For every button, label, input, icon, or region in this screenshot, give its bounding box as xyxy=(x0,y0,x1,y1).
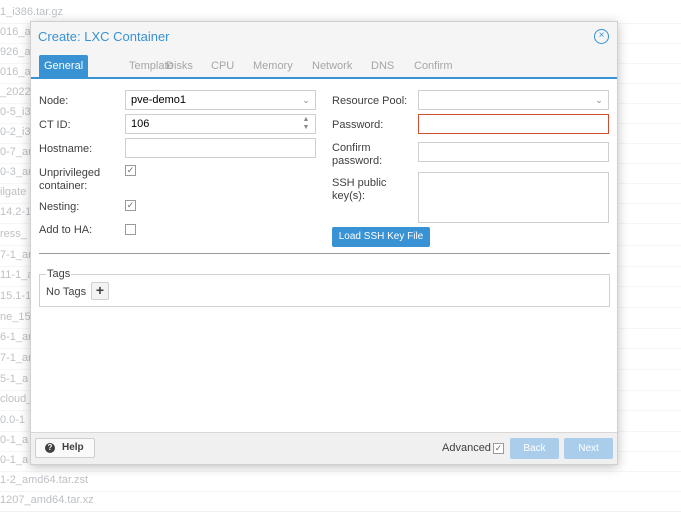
help-button[interactable]: ? Help xyxy=(35,438,95,458)
resource-pool-select[interactable]: ⌄ xyxy=(418,90,609,110)
nesting-checkbox[interactable]: ✓ xyxy=(125,200,136,211)
close-icon[interactable]: × xyxy=(594,29,609,44)
hostname-input[interactable] xyxy=(125,138,316,158)
advanced-checkbox[interactable]: ✓ xyxy=(493,443,504,454)
add-to-ha-checkbox[interactable] xyxy=(125,224,136,235)
confirm-password-label: Confirm password: xyxy=(332,142,383,167)
spin-up-icon[interactable]: ▲ xyxy=(301,116,311,124)
no-tags-text: No Tags xyxy=(46,286,87,298)
password-label: Password: xyxy=(332,119,384,131)
tags-legend: Tags xyxy=(46,268,72,280)
tab-dns[interactable]: DNS xyxy=(366,55,399,77)
ssh-keys-textarea[interactable] xyxy=(418,172,609,223)
back-button[interactable]: Back xyxy=(510,438,559,459)
create-lxc-dialog: Create: LXC Container × General Template… xyxy=(30,21,618,465)
spinner-arrows-icon[interactable]: ▲ ▼ xyxy=(301,116,311,132)
dialog-header: Create: LXC Container × xyxy=(31,22,617,52)
tab-memory[interactable]: Memory xyxy=(248,55,298,77)
form-divider xyxy=(39,253,610,254)
load-ssh-key-button[interactable]: Load SSH Key File xyxy=(332,227,430,247)
ctid-label: CT ID: xyxy=(39,119,71,131)
hostname-label: Hostname: xyxy=(39,143,93,155)
resource-pool-label: Resource Pool: xyxy=(332,95,408,107)
tab-general[interactable]: General xyxy=(39,55,89,77)
help-label: Help xyxy=(62,442,84,453)
tab-confirm[interactable]: Confirm xyxy=(409,55,458,77)
unprivileged-label: Unprivileged container: xyxy=(39,167,101,192)
node-value: pve-demo1 xyxy=(131,94,187,106)
password-input[interactable] xyxy=(418,114,609,134)
confirm-password-input[interactable] xyxy=(418,142,609,162)
tags-fieldset: Tags No Tags + xyxy=(39,268,610,307)
tab-cpu[interactable]: CPU xyxy=(206,55,239,77)
ssh-keys-label: SSH public key(s): xyxy=(332,177,387,202)
add-to-ha-label: Add to HA: xyxy=(39,224,93,236)
tab-network[interactable]: Network xyxy=(307,55,357,77)
add-tag-button[interactable]: + xyxy=(91,282,109,300)
ctid-value: 106 xyxy=(131,118,150,130)
dialog-title: Create: LXC Container xyxy=(38,29,170,44)
node-label: Node: xyxy=(39,95,69,107)
nesting-label: Nesting: xyxy=(39,201,80,213)
dialog-footer: ? Help Advanced ✓ Back Next xyxy=(31,432,617,464)
spin-down-icon[interactable]: ▼ xyxy=(301,124,311,132)
wizard-tabbar: General Template Disks CPU Memory Networ… xyxy=(31,52,617,79)
chevron-down-icon[interactable]: ⌄ xyxy=(301,91,311,109)
advanced-label: Advanced xyxy=(442,442,491,454)
chevron-down-icon[interactable]: ⌄ xyxy=(594,91,604,109)
node-select[interactable]: pve-demo1 ⌄ xyxy=(125,90,316,110)
ctid-spinner[interactable]: 106 ▲ ▼ xyxy=(125,114,316,134)
help-icon: ? xyxy=(45,443,55,453)
tab-disks[interactable]: Disks xyxy=(161,55,198,77)
unprivileged-checkbox[interactable]: ✓ xyxy=(125,165,136,176)
next-button[interactable]: Next xyxy=(564,438,613,459)
